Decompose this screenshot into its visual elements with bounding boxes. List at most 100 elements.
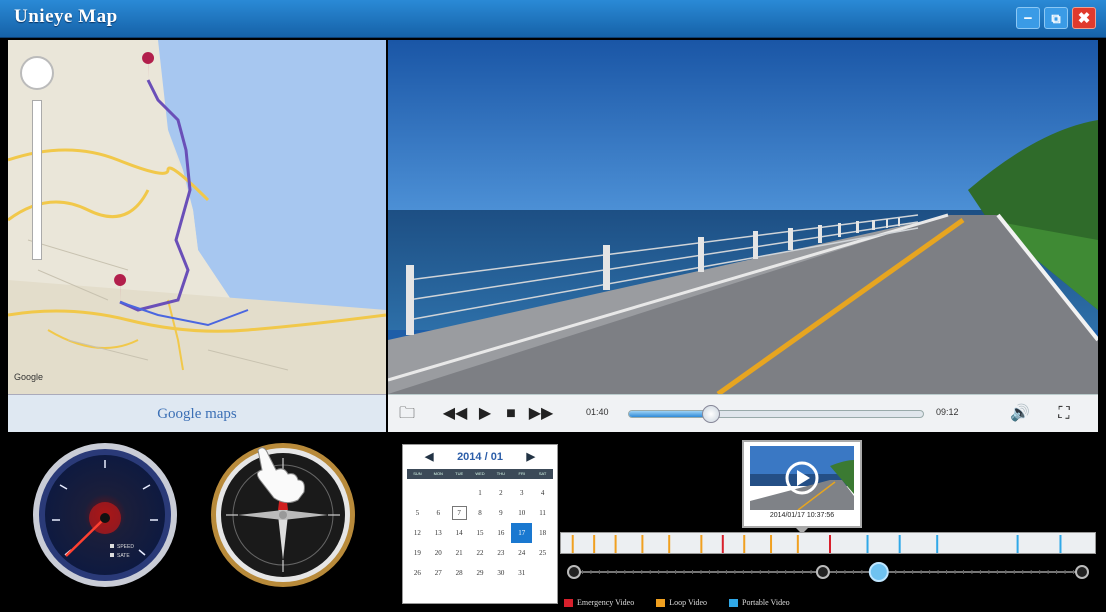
calendar-day (532, 563, 553, 583)
title-bar: Unieye Map − ⧉ ✖ (0, 0, 1106, 38)
calendar-day[interactable]: 5 (407, 503, 428, 523)
calendar-day[interactable]: 9 (490, 503, 511, 523)
fullscreen-icon[interactable]: ⛶ (1052, 403, 1076, 425)
calendar-day[interactable]: 14 (449, 523, 470, 543)
calendar-day[interactable]: 8 (470, 503, 491, 523)
weekday-label: THU (496, 471, 505, 476)
calendar-day (428, 483, 449, 503)
google-maps-label: Google maps (157, 406, 237, 422)
fast-forward-button[interactable]: ▶▶ (528, 403, 554, 425)
map-view[interactable]: Google (8, 40, 386, 394)
calendar-day (449, 483, 470, 503)
timeline-event-emergency[interactable] (829, 535, 831, 553)
calendar-day[interactable]: 16 (490, 523, 511, 543)
legend-label: Emergency Video (577, 598, 635, 607)
legend-label: Loop Video (669, 598, 708, 607)
google-logo: Google (14, 372, 44, 382)
map-pan-control[interactable] (20, 56, 54, 90)
calendar-day[interactable]: 29 (470, 563, 491, 583)
calendar-day[interactable]: 10 (511, 503, 532, 523)
timeline-event-portable[interactable] (1059, 535, 1062, 553)
timeline-scrubber[interactable] (566, 560, 1090, 584)
timeline-event-loop[interactable] (614, 535, 617, 553)
progress-bar[interactable] (628, 410, 924, 418)
map-zoom-slider[interactable] (32, 100, 42, 260)
calendar-day[interactable]: 11 (532, 503, 553, 523)
rewind-button[interactable]: ◀◀ (442, 403, 468, 425)
weekday-label: SUN (413, 471, 422, 476)
volume-icon[interactable]: 🔊 (1008, 403, 1032, 425)
calendar-header: ◀ 2014 / 01 ▶ (403, 445, 557, 469)
calendar-day[interactable]: 2 (490, 483, 511, 503)
timeline-event-loop[interactable] (641, 535, 644, 553)
calendar-day[interactable]: 19 (407, 543, 428, 563)
legend-label: Portable Video (742, 598, 790, 607)
scrubber-marker[interactable] (1075, 565, 1089, 579)
calendar-day[interactable]: 7 (449, 503, 470, 523)
total-time: 09:12 (936, 407, 959, 417)
timeline-event-portable[interactable] (866, 535, 869, 553)
calendar-day[interactable]: 17 (511, 523, 533, 543)
open-folder-button[interactable]: 🗀 (396, 403, 418, 425)
calendar-weekdays: SUN MON TUE WED THU FRI SAT (407, 469, 553, 479)
calendar-day[interactable]: 20 (428, 543, 449, 563)
minimize-button[interactable]: − (1016, 7, 1040, 29)
calendar-day[interactable]: 12 (407, 523, 428, 543)
timeline-event-loop[interactable] (796, 535, 799, 553)
legend-item: Emergency Video (564, 598, 634, 607)
timeline-event-loop[interactable] (700, 535, 703, 553)
scrubber-position-handle[interactable] (868, 562, 889, 582)
calendar-day (407, 483, 428, 503)
calendar-day[interactable]: 4 (532, 483, 553, 503)
timeline-event-loop[interactable] (770, 535, 773, 553)
video-view[interactable] (388, 40, 1098, 394)
calendar-day[interactable]: 21 (449, 543, 470, 563)
stop-button[interactable]: ■ (502, 403, 520, 425)
calendar-day[interactable]: 28 (449, 563, 470, 583)
calendar-day[interactable]: 18 (532, 523, 553, 543)
calendar-day[interactable]: 6 (428, 503, 449, 523)
calendar-day[interactable]: 13 (428, 523, 449, 543)
timeline-event-portable[interactable] (936, 535, 939, 553)
maximize-button[interactable]: ⧉ (1044, 7, 1068, 29)
timeline-event-loop[interactable] (668, 535, 671, 553)
close-button[interactable]: ✖ (1072, 7, 1096, 29)
calendar-day[interactable]: 25 (532, 543, 553, 563)
next-month-button[interactable]: ▶ (527, 445, 535, 469)
sate-label: SATE (117, 553, 130, 559)
thumbnail-timestamp: 2014/01/17 10:37:56 (769, 512, 835, 519)
timeline-event-portable[interactable] (898, 535, 901, 553)
calendar-day[interactable]: 22 (470, 543, 491, 563)
event-timeline[interactable] (560, 532, 1096, 554)
play-button[interactable]: ▶ (476, 403, 494, 425)
weekday-label: WED (475, 471, 485, 476)
calendar-day[interactable]: 27 (428, 563, 449, 583)
timeline-event-loop[interactable] (593, 535, 596, 553)
compass-gauge (211, 443, 355, 587)
prev-month-button[interactable]: ◀ (425, 445, 433, 469)
scrubber-marker[interactable] (567, 565, 581, 579)
timeline-event-emergency[interactable] (721, 535, 724, 553)
calendar-month: 2014 / 01 (457, 451, 503, 463)
legend-item: Portable Video (729, 598, 790, 607)
timeline-ticks (571, 535, 1062, 553)
timeline-event-portable[interactable] (1016, 535, 1019, 553)
calendar-day[interactable]: 24 (511, 543, 532, 563)
timeline-event-loop[interactable] (743, 535, 746, 553)
date-calendar[interactable]: ◀ 2014 / 01 ▶ SUN MON TUE WED THU FRI SAT 1234… (402, 444, 558, 604)
calendar-day[interactable]: 26 (407, 563, 428, 583)
calendar-day[interactable]: 31 (511, 563, 532, 583)
calendar-day[interactable]: 1 (470, 483, 491, 503)
map-footer: Google maps (8, 394, 386, 432)
calendar-day[interactable]: 3 (511, 483, 532, 503)
timeline-event-loop[interactable] (571, 535, 574, 553)
legend-swatch (656, 598, 666, 607)
calendar-day[interactable]: 15 (470, 523, 491, 543)
calendar-day[interactable]: 23 (490, 543, 511, 563)
calendar-day[interactable]: 30 (490, 563, 511, 583)
scrubber-marker[interactable] (815, 565, 830, 579)
map-graphic (8, 40, 386, 394)
clip-thumbnail[interactable]: 2014/01/17 10:37:56 (742, 440, 862, 528)
progress-thumb[interactable] (701, 405, 720, 423)
progress-fill (629, 411, 712, 417)
